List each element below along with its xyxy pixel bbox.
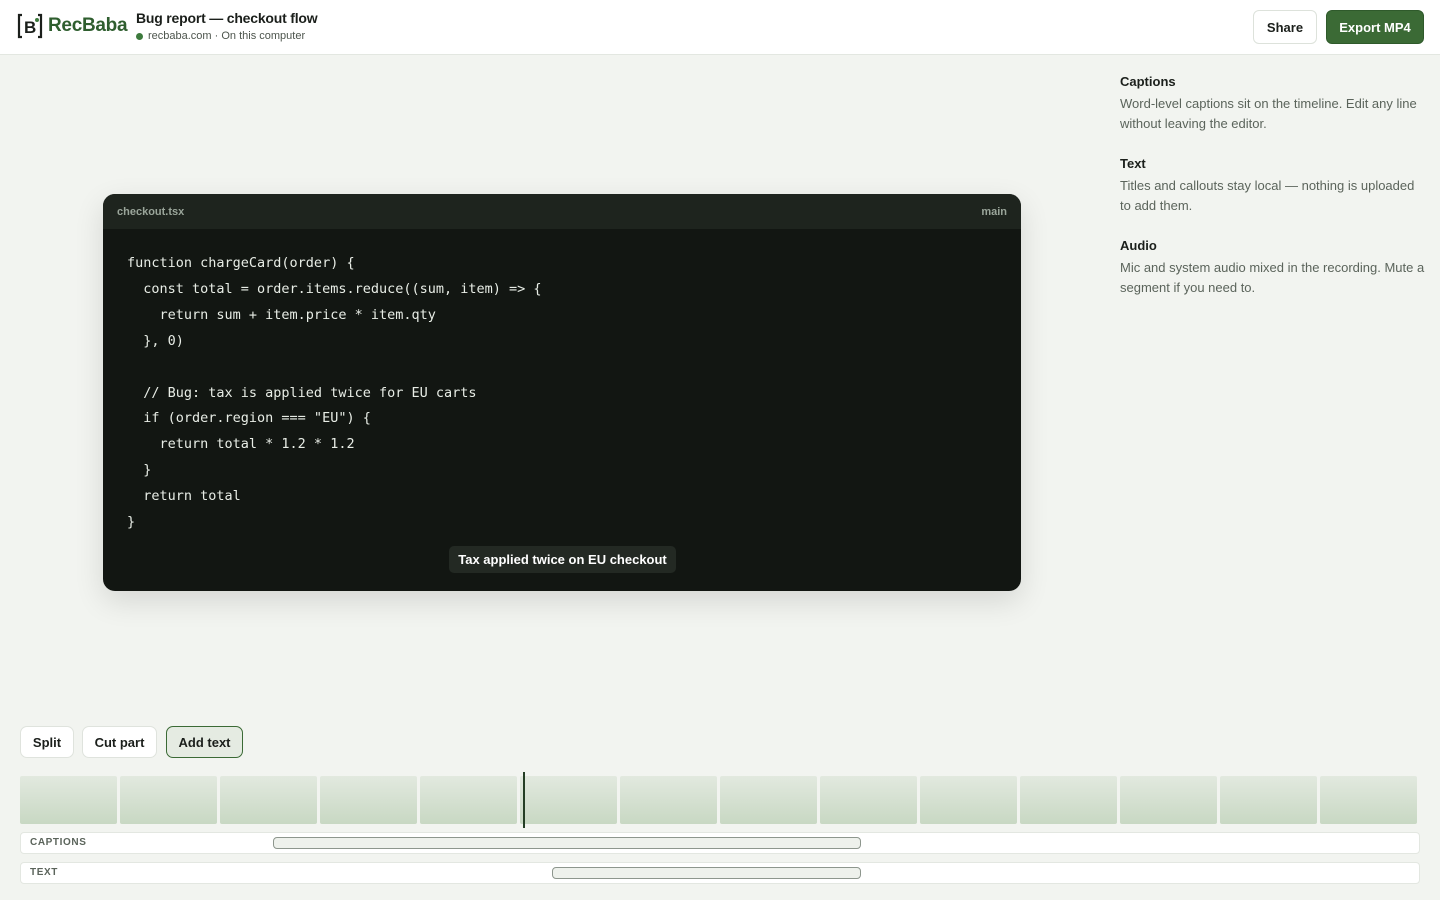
code-line: if (order.region === "EU") { xyxy=(127,410,371,427)
info-section-body: Word-level captions sit on the timeline.… xyxy=(1120,96,1417,131)
timeline-frame[interactable] xyxy=(920,776,1017,824)
timeline-frame[interactable] xyxy=(320,776,417,824)
timeline-thumbnails[interactable] xyxy=(20,776,1420,824)
logo-text: RecBaba xyxy=(48,15,128,36)
code-line: // Bug: tax is applied twice for EU cart… xyxy=(127,384,477,401)
svg-text:B: B xyxy=(24,18,36,37)
text-track[interactable]: TEXT xyxy=(20,862,1420,884)
editor-branch: main xyxy=(981,205,1007,218)
code-line: }, 0) xyxy=(127,332,184,349)
info-section-heading: Captions xyxy=(1120,74,1176,89)
timeline-frame[interactable] xyxy=(820,776,917,824)
export-mp4-button[interactable]: Export MP4 xyxy=(1326,10,1424,44)
code-line: const total = order.items.reduce((sum, i… xyxy=(127,280,542,297)
timeline-frame[interactable] xyxy=(520,776,617,824)
info-panel: Captions Word-level captions sit on the t… xyxy=(1120,74,1426,320)
timeline-frame[interactable] xyxy=(620,776,717,824)
info-section-audio: Audio Mic and system audio mixed in the r… xyxy=(1120,238,1426,298)
info-section-text: Text Titles and callouts stay local — not… xyxy=(1120,156,1426,216)
code-line: } xyxy=(127,514,136,531)
timeline-frame[interactable] xyxy=(20,776,117,824)
info-section-captions: Captions Word-level captions sit on the t… xyxy=(1120,74,1426,134)
app-logo[interactable]: B RecBaba xyxy=(16,12,128,40)
code-block: function chargeCard(order) { const total… xyxy=(103,229,1021,536)
share-button[interactable]: Share xyxy=(1253,10,1317,44)
text-track-label: TEXT xyxy=(30,867,58,878)
document-location: recbaba.com · On this computer xyxy=(148,30,306,42)
code-line: } xyxy=(127,462,152,479)
cut-part-button[interactable]: Cut part xyxy=(82,726,157,758)
code-line: return total * 1.2 * 1.2 xyxy=(127,436,355,453)
code-line: return total xyxy=(127,488,241,505)
add-text-button[interactable]: Add text xyxy=(166,726,243,758)
timeline-frame[interactable] xyxy=(420,776,517,824)
caption-overlay[interactable]: Tax applied twice on EU checkout xyxy=(449,546,676,573)
captions-track[interactable]: CAPTIONS xyxy=(20,832,1420,854)
code-line: function chargeCard(order) { xyxy=(127,255,355,271)
info-section-body: Mic and system audio mixed in the record… xyxy=(1120,260,1425,295)
caption-clip[interactable] xyxy=(273,837,861,849)
code-line: return sum + item.price * item.qty xyxy=(127,306,436,323)
editor-filename: checkout.tsx xyxy=(117,205,185,218)
timeline-frame[interactable] xyxy=(1020,776,1117,824)
timeline-frame[interactable] xyxy=(1220,776,1317,824)
info-section-body: Titles and callouts stay local — nothing… xyxy=(1120,178,1415,213)
document-info: Bug report — checkout flow recbaba.com ·… xyxy=(136,10,318,42)
document-subtitle: recbaba.com · On this computer xyxy=(136,30,317,42)
timeline-frame[interactable] xyxy=(1320,776,1417,824)
recbaba-logo-icon: B xyxy=(16,12,44,40)
timeline-frame[interactable] xyxy=(120,776,217,824)
app-header: B RecBaba Bug report — checkout flow rec… xyxy=(0,0,1440,55)
video-preview[interactable]: checkout.tsx main function chargeCard(or… xyxy=(103,194,1021,591)
timeline-frame[interactable] xyxy=(220,776,317,824)
status-dot-icon xyxy=(136,32,143,40)
editor-titlebar: checkout.tsx main xyxy=(103,194,1021,229)
timeline-frame[interactable] xyxy=(1120,776,1217,824)
text-clip[interactable] xyxy=(552,867,861,879)
captions-track-label: CAPTIONS xyxy=(30,837,87,848)
document-title: Bug report — checkout flow xyxy=(136,10,318,26)
timeline-frame[interactable] xyxy=(720,776,817,824)
playhead[interactable] xyxy=(523,772,525,828)
split-button[interactable]: Split xyxy=(20,726,74,758)
info-section-heading: Audio xyxy=(1120,238,1157,253)
info-section-heading: Text xyxy=(1120,156,1146,171)
